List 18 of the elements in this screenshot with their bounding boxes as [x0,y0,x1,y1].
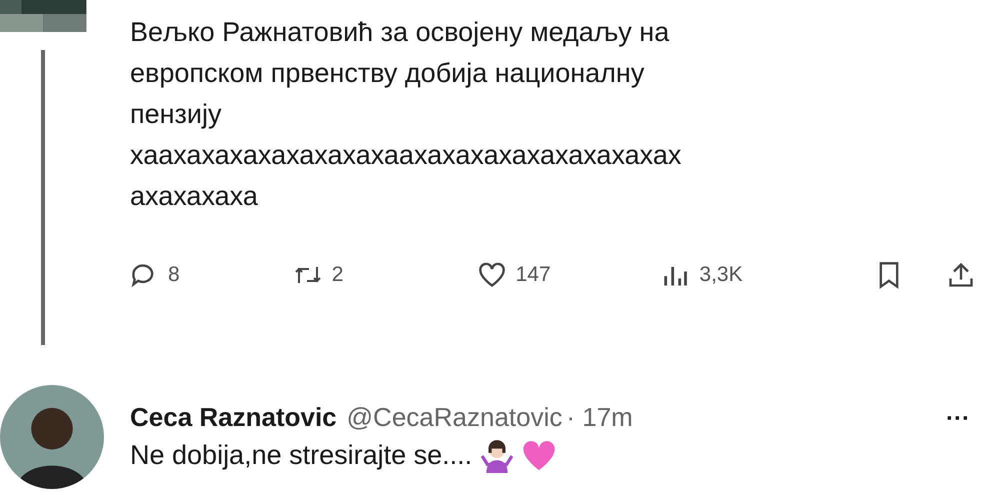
shrug-emoji-icon [480,438,514,472]
tweet-text-line: Вељко Ражнатовић за освојену медаљу на [130,16,670,49]
action-count: 3,3K [699,263,743,287]
author-handle[interactable]: @CecaRaznatovic [346,402,562,432]
action-count: 147 [516,263,551,287]
more-button[interactable]: ··· [946,404,970,432]
post-time: · 17m [566,402,633,432]
heart-emoji-icon [522,438,556,472]
tweet-text-line: ахахахаха [130,180,259,213]
share-icon[interactable] [946,261,975,289]
author-name[interactable]: Ceca Raznatovic [130,402,337,432]
tweet-text-line: пензију [130,98,223,131]
heart-icon[interactable] [478,261,506,289]
action-count: 8 [168,263,180,287]
reply-text: Ne dobija,ne stresirajte se.... [130,440,472,471]
action-count: 2 [332,263,344,287]
tweet-text-line: хаахахахахахахахахаахахахахахахахахахах [130,139,682,172]
tweet-text-line: европском првенству добија националну [130,57,646,90]
